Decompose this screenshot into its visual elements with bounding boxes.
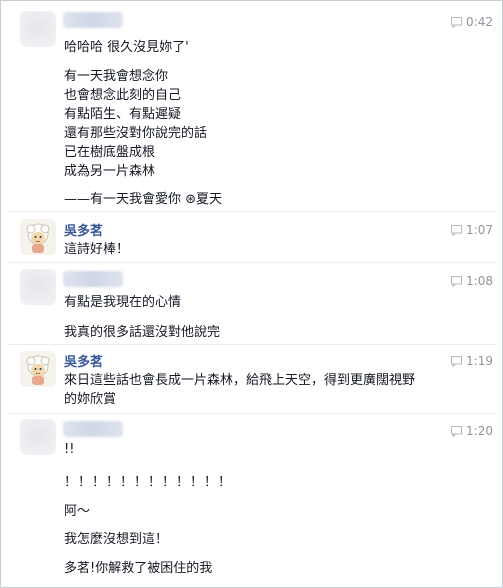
message-line: !! [64, 442, 75, 457]
sheep-avatar-icon [20, 351, 56, 387]
message-line: 有點是我現在的心情 [64, 295, 182, 310]
message-line: 的妳欣賞 [64, 392, 117, 407]
avatar[interactable] [20, 351, 56, 387]
message-line: 還有那些沒對你說完的話 [64, 126, 208, 141]
reply-bubble-icon [451, 425, 463, 437]
avatar[interactable] [20, 269, 56, 305]
timestamp-text: 1:20 [466, 424, 493, 438]
timestamp: 1:20 [451, 424, 493, 438]
timestamp-text: 1:19 [466, 354, 493, 368]
timestamp-text: 1:07 [466, 223, 493, 237]
timestamp: 1:08 [451, 274, 493, 288]
reply-bubble-icon [451, 275, 463, 287]
message-line: 來日這些話也會長成一片森林，給飛上天空，得到更廣闊視野 [64, 373, 416, 388]
divider [9, 344, 495, 345]
divider [9, 262, 495, 263]
sender-name[interactable]: 吳多茗 [64, 351, 103, 370]
avatar[interactable] [20, 419, 56, 455]
message-line: 多茗!你解救了被困住的我 [64, 561, 213, 576]
message-line: 這詩好棒！ [64, 242, 130, 257]
avatar[interactable] [20, 11, 56, 47]
message-line: 阿～ [64, 504, 91, 519]
message-line: 我真的很多話還沒對他說完 [64, 325, 221, 340]
message-line: 已在樹底盤成根 [64, 145, 156, 160]
message-line: 有點陌生、有點遲疑 [64, 107, 182, 122]
sender-name-blurred[interactable] [63, 421, 123, 437]
divider [9, 413, 495, 414]
message-line: 有一天我會想念你 [64, 69, 169, 84]
message-line: 成為另一片森林 [64, 164, 156, 179]
timestamp: 0:42 [451, 15, 493, 29]
reply-bubble-icon [451, 16, 463, 28]
message-line: ——有一天我會愛你 ⊛夏天 [64, 192, 223, 207]
message-line: 哈哈哈 很久沒見妳了' [64, 40, 189, 55]
message-line: ！！！！！！！！！！！！ [64, 475, 233, 490]
reply-bubble-icon [451, 355, 463, 367]
timestamp: 1:07 [451, 223, 493, 237]
message-line: 也會想念此刻的自己 [64, 88, 182, 103]
sender-name[interactable]: 吳多茗 [64, 220, 103, 239]
timestamp-text: 0:42 [466, 15, 493, 29]
message-line: 我怎麼沒想到這！ [64, 532, 169, 547]
sheep-avatar-icon [20, 219, 56, 255]
avatar[interactable] [20, 219, 56, 255]
sender-name-blurred[interactable] [63, 12, 123, 28]
reply-bubble-icon [451, 224, 463, 236]
timestamp-text: 1:08 [466, 274, 493, 288]
divider [9, 211, 495, 212]
sender-name-blurred[interactable] [63, 271, 123, 287]
timestamp: 1:19 [451, 354, 493, 368]
chat-window: 0:42 哈哈哈 很久沒見妳了' 有一天我會想念你 也會想念此刻的自己 有點陌生… [0, 0, 503, 588]
